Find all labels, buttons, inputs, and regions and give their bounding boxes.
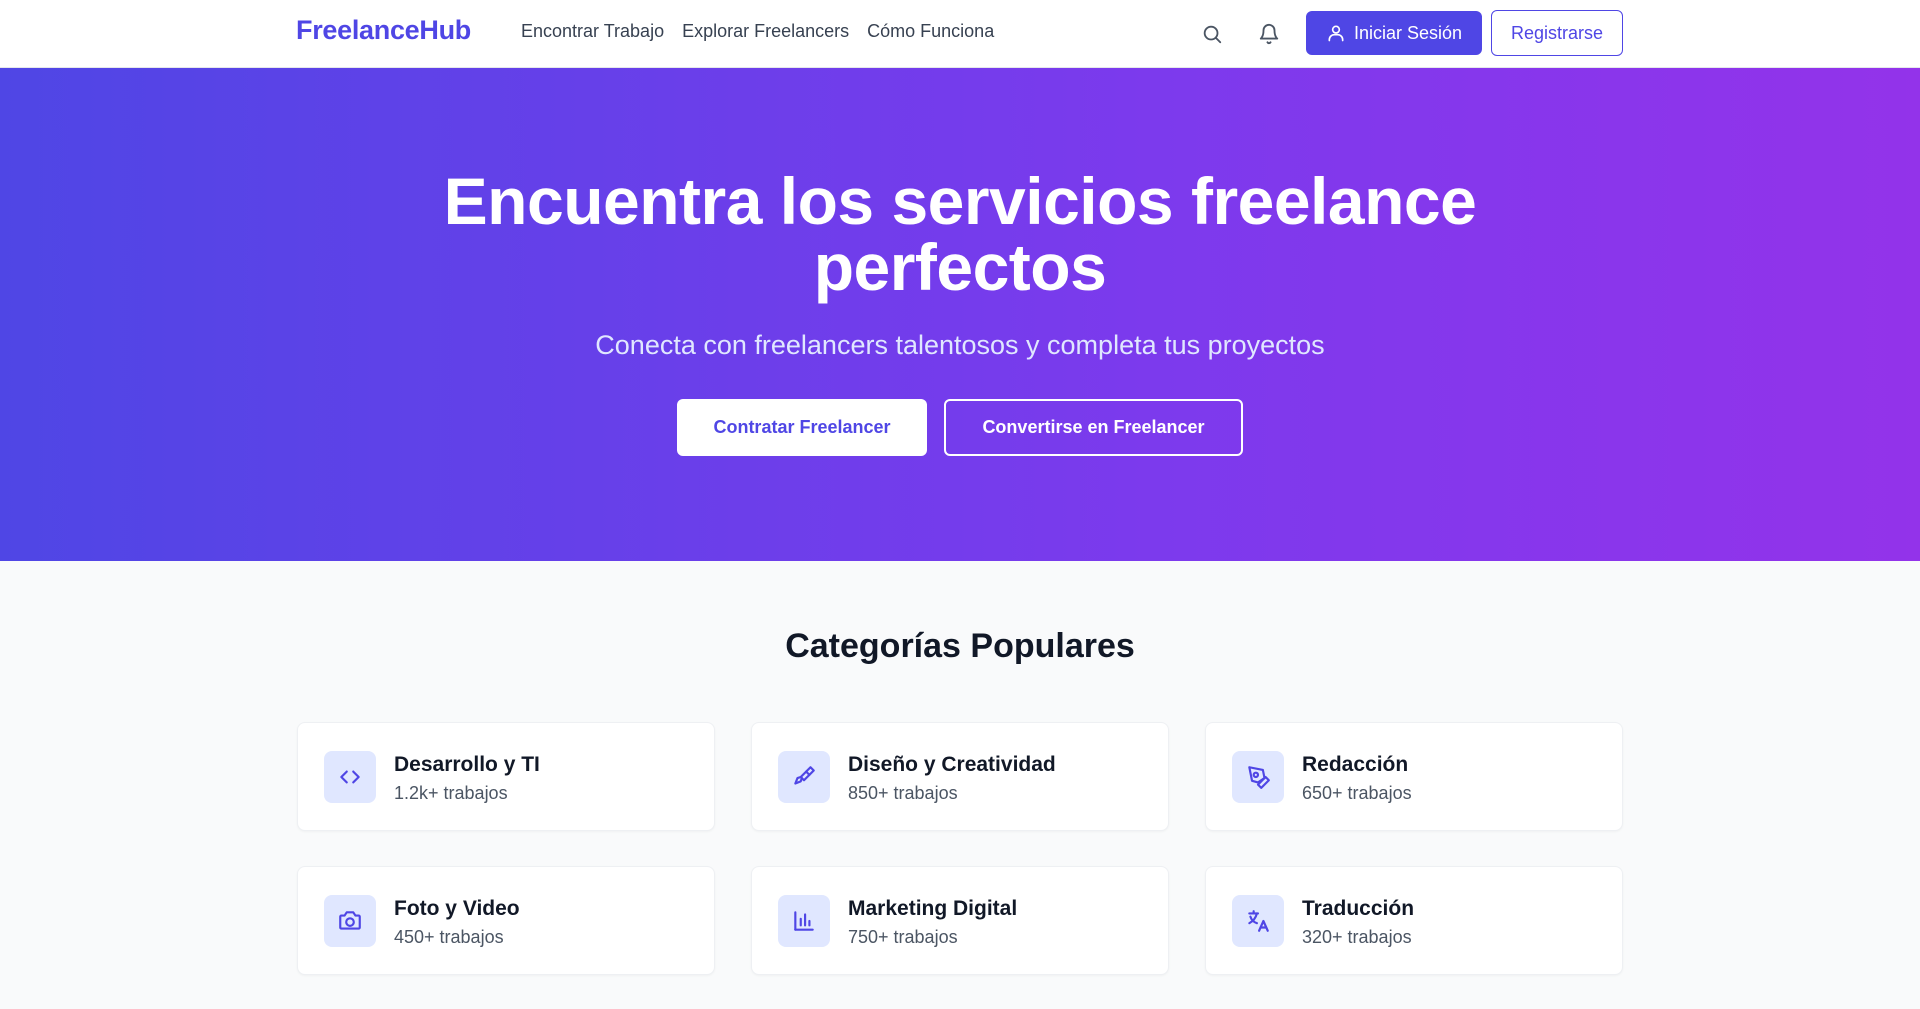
search-button[interactable] bbox=[1195, 17, 1229, 51]
category-card-translation[interactable]: Traducción 320+ trabajos bbox=[1205, 866, 1623, 975]
register-button[interactable]: Registrarse bbox=[1491, 10, 1623, 56]
category-count: 320+ trabajos bbox=[1302, 927, 1412, 947]
category-name: Marketing Digital bbox=[848, 897, 1018, 920]
hero-subtitle: Conecta con freelancers talentosos y com… bbox=[595, 330, 1325, 360]
login-label: Iniciar Sesión bbox=[1353, 22, 1463, 43]
code-icon bbox=[340, 770, 360, 784]
hero-actions: Contratar Freelancer Convertirse en Free… bbox=[0, 399, 1920, 456]
nav-how-it-works[interactable]: Cómo Funciona bbox=[867, 21, 994, 42]
category-name: Desarrollo y TI bbox=[394, 753, 540, 776]
category-card-marketing[interactable]: Marketing Digital 750+ trabajos bbox=[751, 866, 1169, 975]
categories-title: Categorías Populares bbox=[785, 627, 1135, 665]
category-count: 1.2k+ trabajos bbox=[394, 783, 508, 803]
category-count: 850+ trabajos bbox=[848, 783, 958, 803]
camera-icon bbox=[339, 911, 361, 930]
category-name: Redacción bbox=[1302, 753, 1409, 776]
category-count: 650+ trabajos bbox=[1302, 783, 1412, 803]
languages-icon bbox=[1248, 910, 1269, 932]
nav-browse-freelancers[interactable]: Explorar Freelancers bbox=[682, 21, 849, 42]
main-nav: Encontrar Trabajo Explorar Freelancers C… bbox=[521, 21, 994, 42]
become-freelancer-button[interactable]: Convertirse en Freelancer bbox=[944, 399, 1243, 456]
brand-logo[interactable]: FreelanceHub bbox=[296, 15, 471, 46]
hero-title-line2: perfectos bbox=[813, 230, 1107, 304]
hire-freelancer-button[interactable]: Contratar Freelancer bbox=[677, 399, 927, 456]
login-button[interactable]: Iniciar Sesión bbox=[1306, 11, 1482, 55]
category-card-photo-video[interactable]: Foto y Video 450+ trabajos bbox=[297, 866, 715, 975]
navbar: FreelanceHub Encontrar Trabajo Explorar … bbox=[0, 0, 1920, 68]
paintbrush-icon bbox=[794, 766, 815, 785]
search-icon bbox=[1203, 25, 1222, 44]
categories-grid: Desarrollo y TI 1.2k+ trabajos Diseño y … bbox=[297, 722, 1623, 975]
category-card-design[interactable]: Diseño y Creatividad 850+ trabajos bbox=[751, 722, 1169, 831]
user-icon bbox=[1328, 25, 1344, 42]
hero-title: Encuentra los servicios freelance perfec… bbox=[0, 168, 1920, 300]
category-name: Traducción bbox=[1302, 897, 1415, 920]
category-card-writing[interactable]: Redacción 650+ trabajos bbox=[1205, 722, 1623, 831]
category-card-development[interactable]: Desarrollo y TI 1.2k+ trabajos bbox=[297, 722, 715, 831]
category-name: Foto y Video bbox=[394, 897, 520, 920]
notifications-button[interactable] bbox=[1252, 17, 1286, 51]
category-count: 450+ trabajos bbox=[394, 927, 504, 947]
bar-chart-icon bbox=[794, 911, 814, 931]
hero-section: Encuentra los servicios freelance perfec… bbox=[0, 68, 1920, 561]
nav-find-work[interactable]: Encontrar Trabajo bbox=[521, 21, 664, 42]
bell-icon bbox=[1259, 24, 1279, 45]
category-name: Diseño y Creatividad bbox=[848, 753, 1056, 776]
pen-tool-icon bbox=[1248, 766, 1270, 789]
hero-title-line1: Encuentra los servicios freelance bbox=[443, 164, 1477, 238]
category-count: 750+ trabajos bbox=[848, 927, 958, 947]
